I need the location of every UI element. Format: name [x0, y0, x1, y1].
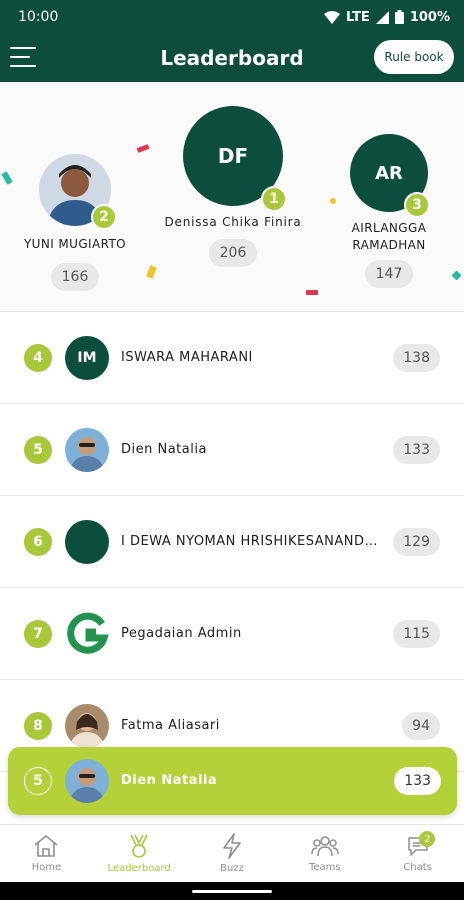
lightning-icon: [223, 833, 241, 859]
nav-label: Chats: [403, 862, 432, 873]
rank-badge: 4: [24, 343, 52, 372]
avatar: [65, 703, 109, 748]
nav-teams[interactable]: Teams: [278, 825, 371, 882]
list-item[interactable]: 4 IM ISWARA MAHARANI 138: [0, 312, 464, 404]
rank-badge: 8: [24, 711, 52, 740]
rank-badge: 5: [24, 767, 52, 795]
avatar: [65, 519, 109, 564]
avatar: [65, 759, 109, 803]
list-item-name: Pegadaian Admin: [121, 626, 242, 641]
podium-score: 147: [365, 260, 413, 288]
podium-name: AIRLANGGA RAMADHAN: [351, 221, 427, 252]
network-label: LTE: [345, 9, 370, 25]
score-badge: 138: [393, 343, 440, 372]
list-item-name: Fatma Aliasari: [121, 718, 220, 733]
app-bar: Leaderboard Rule book: [0, 34, 464, 82]
wifi-icon: [323, 10, 340, 24]
confetti: [306, 290, 318, 295]
rank-badge: 6: [24, 527, 52, 556]
pegadaian-logo-icon: [65, 611, 109, 656]
chat-badge: 2: [419, 831, 436, 847]
podium-item-2[interactable]: 2 YUNI MUGIARTO 166: [10, 154, 140, 291]
podium: 2 YUNI MUGIARTO 166 DF 1 Denissa Chika F…: [0, 82, 464, 312]
rank-badge: 1: [261, 186, 287, 212]
nav-leaderboard[interactable]: Leaderboard: [93, 825, 186, 882]
confetti: [146, 265, 157, 279]
confetti: [451, 270, 462, 281]
nav-label: Home: [31, 862, 62, 873]
bottom-nav: Home Leaderboard Buzz Teams 2 Chats: [0, 824, 464, 882]
battery-label: 100%: [409, 9, 450, 25]
podium-item-3[interactable]: AR 3 AIRLANGGA RAMADHAN 147: [334, 134, 444, 288]
podium-name: Denissa Chika Finira: [164, 215, 302, 229]
rule-book-button[interactable]: Rule book: [374, 40, 454, 74]
list-item[interactable]: 5 Dien Natalia 133: [0, 404, 464, 496]
status-time: 10:00: [18, 9, 59, 25]
my-rank-name: Dien Natalia: [121, 773, 218, 788]
nav-home[interactable]: Home: [0, 825, 93, 882]
podium-score: 206: [209, 239, 257, 267]
score-badge: 115: [393, 619, 440, 648]
my-rank-card[interactable]: 5 Dien Natalia 133: [8, 747, 457, 815]
list-item[interactable]: 6 I DEWA NYOMAN HRISHIKESANAND… 129: [0, 496, 464, 588]
nav-label: Leaderboard: [107, 863, 171, 874]
nav-buzz[interactable]: Buzz: [186, 825, 279, 882]
nav-chats[interactable]: 2 Chats: [371, 825, 464, 882]
avatar: [65, 427, 109, 472]
status-icons: LTE 100%: [323, 9, 450, 25]
my-rank-score: 133: [394, 767, 441, 795]
leaderboard-list: 4 IM ISWARA MAHARANI 138 5 Dien Natalia …: [0, 312, 464, 772]
home-icon: [34, 834, 58, 857]
avatar: IM: [65, 335, 109, 380]
podium-item-1[interactable]: DF 1 Denissa Chika Finira 206: [153, 106, 313, 267]
list-item-name: I DEWA NYOMAN HRISHIKESANAND…: [121, 534, 378, 549]
people-icon: [311, 836, 339, 857]
list-item-name: ISWARA MAHARANI: [121, 350, 253, 365]
nav-label: Teams: [308, 862, 341, 873]
list-item-name: Dien Natalia: [121, 442, 207, 457]
medal-icon: [130, 834, 148, 858]
battery-icon: [394, 10, 404, 24]
signal-icon: [375, 10, 389, 24]
score-badge: 129: [393, 527, 440, 556]
system-nav-bar: [0, 882, 464, 900]
rank-badge: 7: [24, 619, 52, 648]
confetti: [136, 144, 150, 153]
podium-score: 166: [51, 263, 99, 291]
rank-badge: 5: [24, 435, 52, 464]
podium-name: YUNI MUGIARTO: [23, 237, 127, 251]
status-bar: 10:00 LTE 100%: [0, 0, 464, 34]
rank-badge: 2: [91, 204, 117, 230]
home-handle[interactable]: [192, 890, 272, 893]
list-item[interactable]: 7 Pegadaian Admin 115: [0, 588, 464, 680]
score-badge: 94: [402, 711, 440, 740]
nav-label: Buzz: [220, 863, 244, 874]
rank-badge: 3: [404, 192, 430, 218]
score-badge: 133: [393, 435, 440, 464]
